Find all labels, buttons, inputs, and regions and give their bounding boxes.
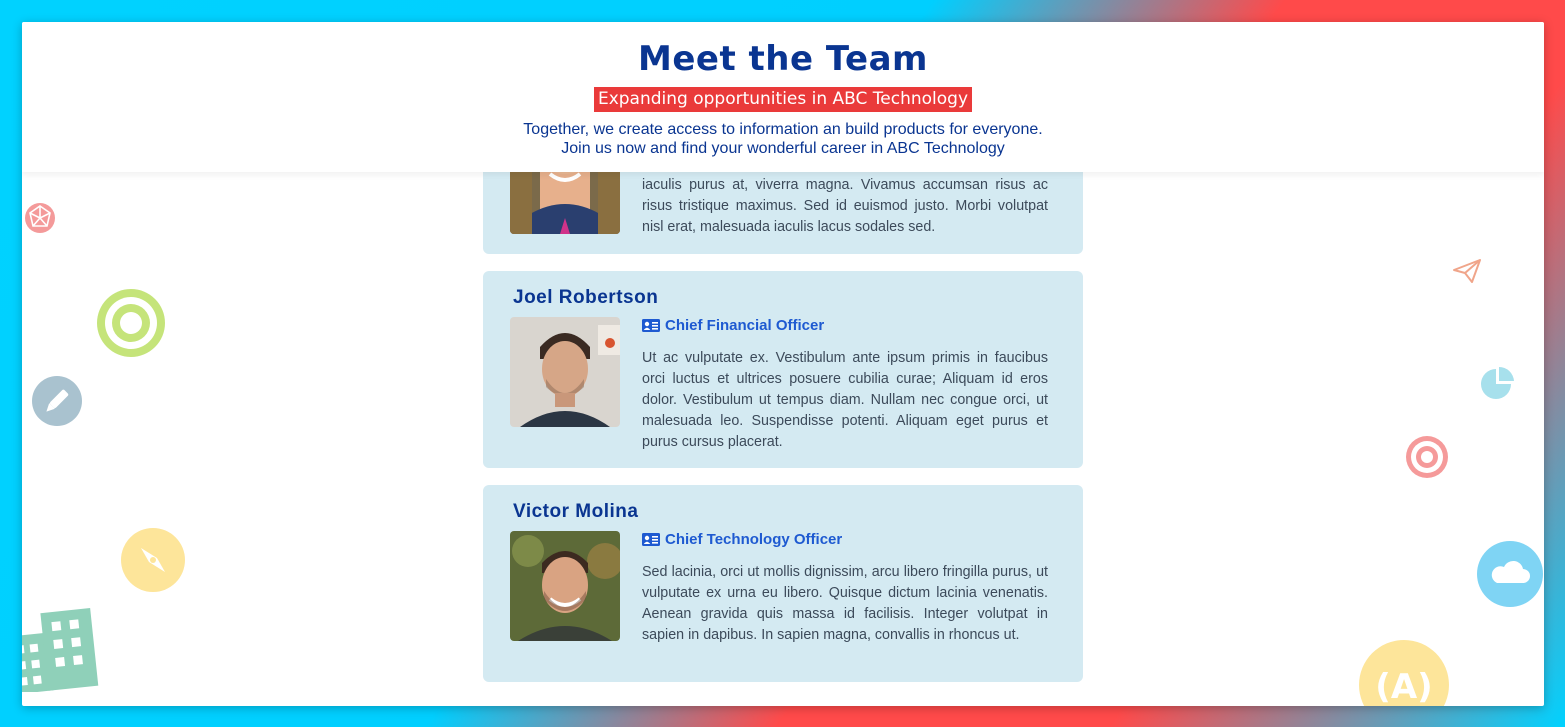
broadcast-icon: (A): [1359, 640, 1449, 706]
team-card: Joel Robertson Chief Financial Officer U…: [483, 271, 1083, 468]
page-intro: Together, we create access to informatio…: [22, 120, 1544, 158]
member-role: Chief Technology Officer: [642, 531, 842, 548]
team-card: Victor Molina Chief Technology Officer S…: [483, 485, 1083, 682]
page-header: Meet the Team Expanding opportunities in…: [22, 22, 1544, 172]
building-icon: [22, 602, 104, 692]
member-role-label: Chief Financial Officer: [665, 317, 825, 334]
id-card-icon: [642, 319, 660, 332]
page-subtitle: Expanding opportunities in ABC Technolog…: [594, 87, 972, 112]
intro-line: Together, we create access to informatio…: [523, 121, 1043, 138]
paper-plane-icon: [1452, 258, 1482, 284]
id-card-icon: [642, 533, 660, 546]
member-photo: [510, 531, 620, 641]
pen-icon: [32, 376, 82, 426]
member-role-label: Chief Technology Officer: [665, 531, 843, 548]
network-sphere-icon: [24, 202, 56, 234]
pie-chart-icon: [1478, 365, 1518, 403]
member-role: Chief Financial Officer: [642, 317, 824, 334]
cloud-icon: [1477, 541, 1543, 607]
target-icon: [96, 288, 166, 358]
member-bio: iaculis purus at, viverra magna. Vivamus…: [642, 177, 1048, 235]
compass-icon: [121, 528, 185, 592]
member-bio: Ut ac vulputate ex. Vestibulum ante ipsu…: [642, 350, 1048, 450]
member-name: Victor Molina: [513, 501, 639, 522]
page-title: Meet the Team: [637, 39, 928, 79]
member-name: Joel Robertson: [513, 287, 659, 308]
member-photo: [510, 317, 620, 427]
target-icon: [1405, 435, 1449, 479]
svg-text:(A): (A): [1375, 667, 1432, 706]
member-bio: Sed lacinia, orci ut mollis dignissim, a…: [642, 564, 1048, 643]
intro-line: Join us now and find your wonderful care…: [561, 140, 1005, 157]
page-frame: (A) iaculis purus at, viverra magna. Viv…: [22, 22, 1544, 706]
